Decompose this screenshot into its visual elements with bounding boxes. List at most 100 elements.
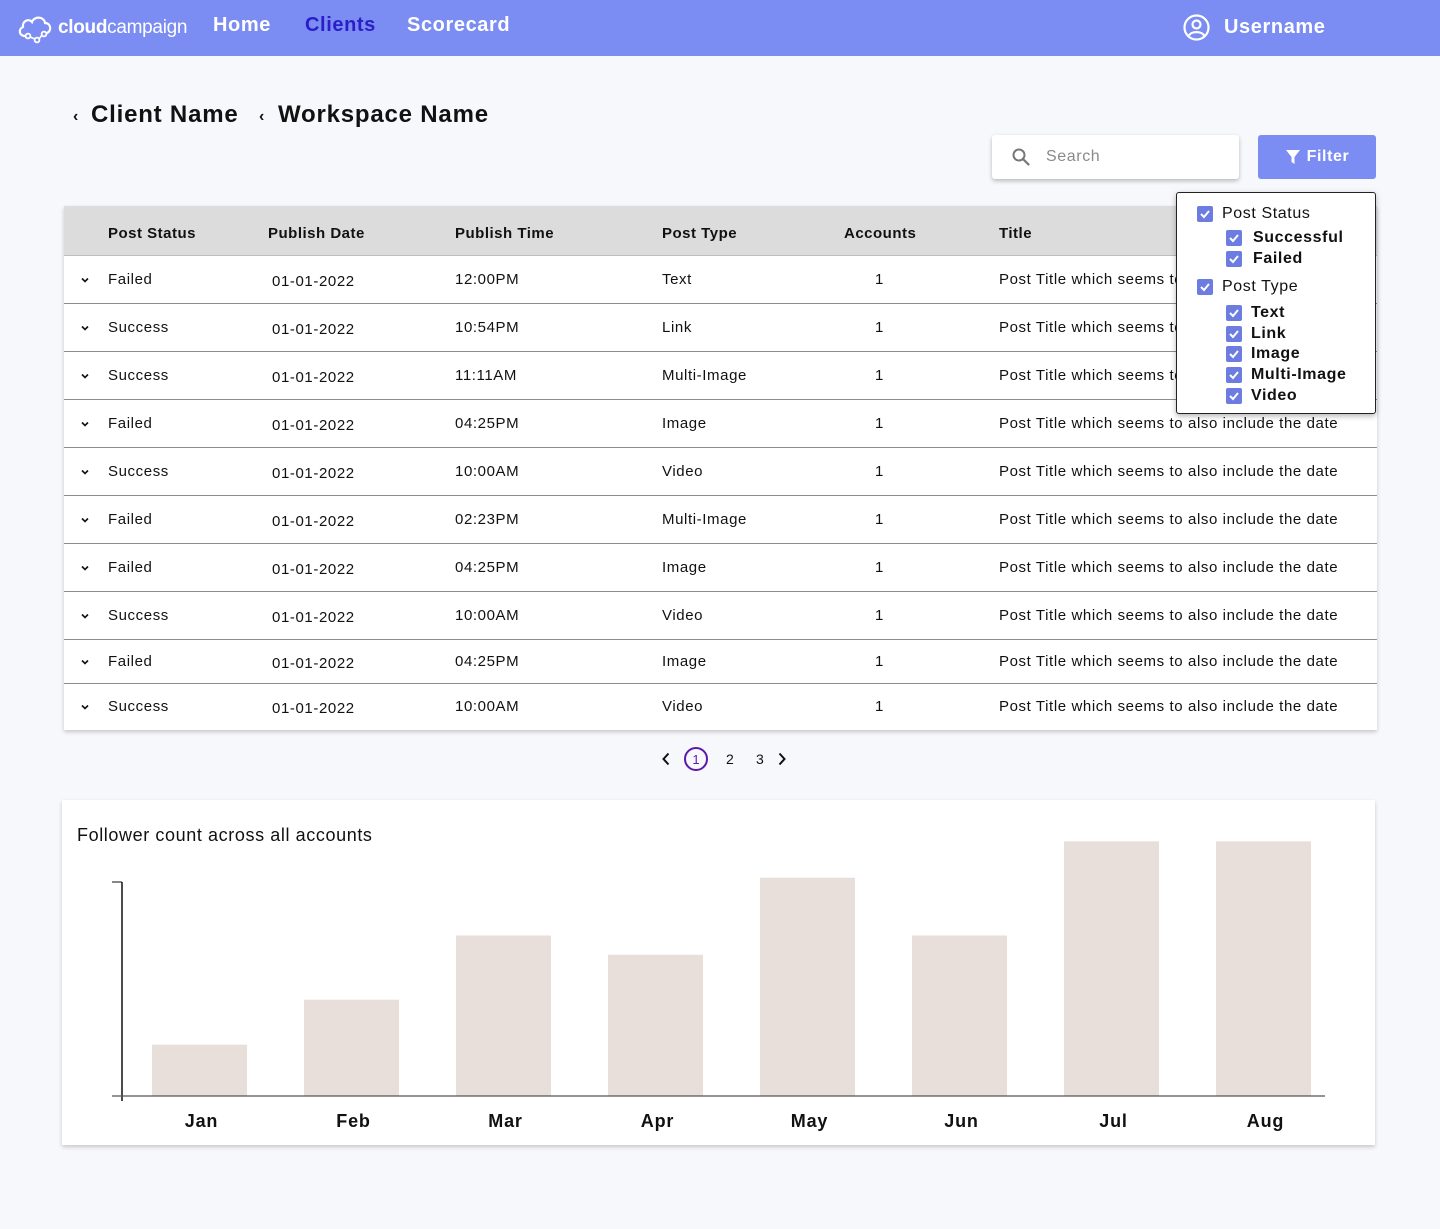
cell-accounts: 1: [875, 367, 884, 384]
bar-jan[interactable]: [152, 1044, 247, 1096]
filter-option-label: Multi-Image: [1251, 366, 1347, 383]
checkbox-checked-icon[interactable]: [1197, 279, 1213, 295]
filter-option-video[interactable]: Video: [1226, 387, 1297, 405]
filter-option-label: Link: [1251, 325, 1287, 342]
column-header-publish-date[interactable]: Publish Date: [268, 225, 365, 242]
table-row[interactable]: Failed 01-01-2022 04:25PM Image 1 Post Title …: [64, 640, 1377, 684]
cloud-logo-icon: [18, 16, 52, 44]
filter-option-label: Image: [1251, 345, 1301, 362]
x-tick-label-aug: Aug: [1247, 1111, 1284, 1131]
breadcrumb-workspace[interactable]: Workspace Name: [278, 101, 489, 129]
cell-post-status: Failed: [108, 653, 153, 670]
prev-page-chevron-icon[interactable]: [661, 752, 671, 766]
column-header-post-status[interactable]: Post Status: [108, 225, 196, 242]
expand-chevron-icon[interactable]: [79, 656, 91, 668]
cell-accounts: 1: [875, 607, 884, 624]
funnel-icon: [1285, 150, 1300, 164]
logo-text: cloudcampaign: [58, 17, 188, 38]
table-row[interactable]: Failed 01-01-2022 04:25PM Image 1 Post Title …: [64, 544, 1377, 592]
cell-publish-time: 04:25PM: [455, 653, 520, 670]
checkbox-checked-icon[interactable]: [1226, 388, 1242, 404]
expand-chevron-icon[interactable]: [79, 370, 91, 382]
table-row[interactable]: Success 01-01-2022 10:00AM Video 1 Post Title…: [64, 684, 1377, 730]
breadcrumb-client[interactable]: Client Name: [91, 101, 239, 129]
column-header-accounts[interactable]: Accounts: [844, 225, 916, 242]
filter-option-image[interactable]: Image: [1226, 345, 1300, 363]
user-menu[interactable]: Username: [1183, 14, 1326, 41]
table-row[interactable]: Failed 01-01-2022 02:23PM Multi-Image 1 Post …: [64, 496, 1377, 544]
cell-publish-time: 10:00AM: [455, 698, 520, 715]
checkbox-checked-icon[interactable]: [1226, 251, 1242, 267]
bar-jul[interactable]: [1064, 841, 1159, 1096]
page-2-button[interactable]: 2: [726, 751, 734, 767]
filter-option-failed[interactable]: Failed: [1226, 250, 1303, 268]
cell-post-type: Video: [662, 607, 704, 624]
cell-accounts: 1: [875, 415, 884, 432]
column-header-publish-time[interactable]: Publish Time: [455, 225, 554, 242]
checkbox-checked-icon[interactable]: [1197, 206, 1213, 222]
expand-chevron-icon[interactable]: [79, 274, 91, 286]
filter-option-text[interactable]: Text: [1226, 304, 1285, 322]
filter-option-link[interactable]: Link: [1226, 325, 1286, 343]
cell-title: Post Title which seems to also include t…: [999, 415, 1339, 432]
nav-link-home[interactable]: Home: [213, 14, 271, 37]
filter-option-label: Text: [1251, 304, 1286, 321]
nav-link-scorecard[interactable]: Scorecard: [407, 14, 510, 37]
filter-group-post-type[interactable]: Post Type: [1197, 278, 1298, 296]
cell-publish-date: 01-01-2022: [272, 273, 355, 290]
checkbox-checked-icon[interactable]: [1226, 326, 1242, 342]
cell-publish-date: 01-01-2022: [272, 369, 355, 386]
bar-mar[interactable]: [456, 935, 551, 1097]
user-circle-icon: [1183, 14, 1210, 41]
back-chevron-icon[interactable]: ‹: [73, 108, 78, 126]
column-header-post-type[interactable]: Post Type: [662, 225, 737, 242]
expand-chevron-icon[interactable]: [79, 418, 91, 430]
breadcrumb-chevron-icon: ‹: [259, 108, 265, 125]
expand-chevron-icon[interactable]: [79, 322, 91, 334]
next-page-chevron-icon[interactable]: [777, 752, 787, 766]
bar-may[interactable]: [760, 877, 855, 1096]
cell-post-status: Success: [108, 367, 169, 384]
x-tick-label-mar: Mar: [488, 1111, 522, 1131]
column-header-title[interactable]: Title: [999, 225, 1032, 242]
filter-option-successful[interactable]: Successful: [1226, 229, 1343, 247]
filter-option-multi-image[interactable]: Multi-Image: [1226, 366, 1347, 384]
filter-group-label: Post Status: [1222, 205, 1311, 222]
top-nav: cloudcampaign Home Clients Scorecard Use…: [0, 0, 1440, 56]
bar-jun[interactable]: [912, 935, 1007, 1097]
cell-post-status: Success: [108, 698, 169, 715]
cell-publish-date: 01-01-2022: [272, 465, 355, 482]
page-1-button[interactable]: 1: [684, 747, 708, 771]
filter-group-post-status[interactable]: Post Status: [1197, 205, 1310, 223]
bar-aug[interactable]: [1216, 841, 1311, 1096]
filter-button[interactable]: Filter: [1258, 135, 1376, 179]
expand-chevron-icon[interactable]: [79, 466, 91, 478]
expand-chevron-icon[interactable]: [79, 562, 91, 574]
bar-feb[interactable]: [304, 999, 399, 1096]
checkbox-checked-icon[interactable]: [1226, 230, 1242, 246]
cell-publish-date: 01-01-2022: [272, 513, 355, 530]
expand-chevron-icon[interactable]: [79, 514, 91, 526]
checkbox-checked-icon[interactable]: [1226, 367, 1242, 383]
bar-apr[interactable]: [608, 954, 703, 1096]
cell-post-status: Failed: [108, 511, 153, 528]
expand-chevron-icon[interactable]: [79, 701, 91, 713]
cell-publish-time: 04:25PM: [455, 415, 520, 432]
search-input[interactable]: [1046, 148, 1226, 166]
username: Username: [1224, 16, 1326, 38]
cell-post-status: Success: [108, 607, 169, 624]
table-row[interactable]: Success 01-01-2022 10:00AM Video 1 Post Title…: [64, 592, 1377, 640]
follower-bar-chart: Jan Feb Mar Apr May Jun Jul Aug: [112, 841, 1325, 1131]
page-3-button[interactable]: 3: [756, 751, 764, 767]
checkbox-checked-icon[interactable]: [1226, 346, 1242, 362]
cell-post-type: Text: [662, 271, 692, 288]
cell-post-type: Multi-Image: [662, 511, 747, 528]
expand-chevron-icon[interactable]: [79, 610, 91, 622]
checkbox-checked-icon[interactable]: [1226, 305, 1242, 321]
logo[interactable]: cloudcampaign: [16, 12, 187, 44]
cell-post-status: Success: [108, 319, 169, 336]
cell-publish-time: 10:54PM: [455, 319, 520, 336]
nav-link-clients[interactable]: Clients: [305, 14, 376, 37]
table-row[interactable]: Success 01-01-2022 10:00AM Video 1 Post Title…: [64, 448, 1377, 496]
cell-accounts: 1: [875, 653, 884, 670]
